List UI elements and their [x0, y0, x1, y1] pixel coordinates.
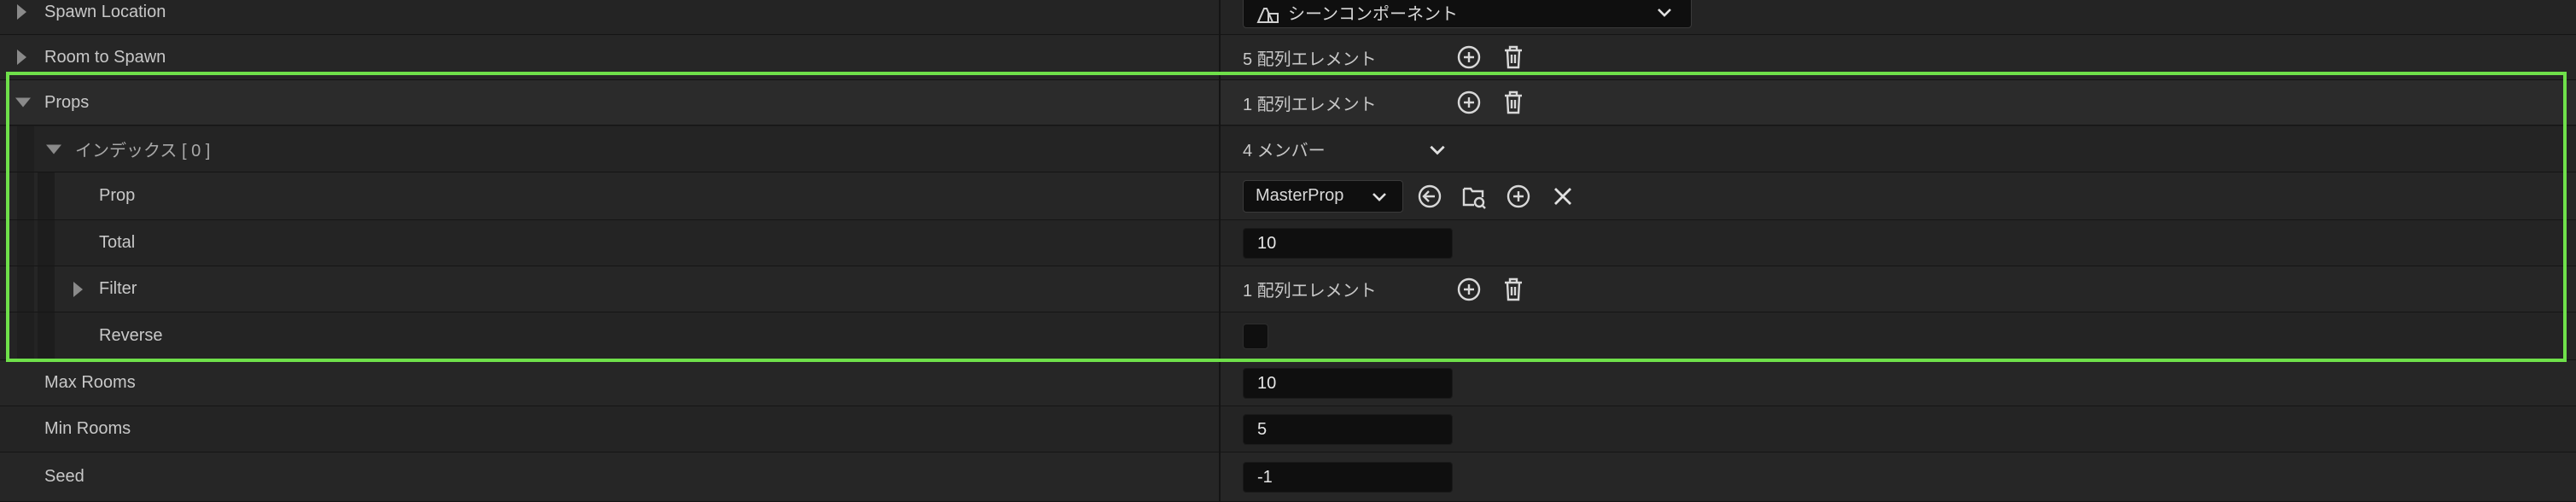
name-cell: Reverse: [0, 312, 1219, 359]
chevron-down-icon[interactable]: [1427, 139, 1448, 160]
expand-arrow-icon[interactable]: [17, 50, 26, 65]
value-cell: 10: [1221, 360, 2576, 406]
indent-guide: [38, 172, 55, 219]
property-label: Seed: [44, 467, 85, 486]
member-count: 4 メンバー: [1243, 142, 1326, 161]
plus-circle-icon: [1457, 90, 1481, 114]
value-cell: [1221, 312, 2576, 359]
details-panel: Spawn Location シーンコンポーネント Room to Spawn: [0, 0, 2576, 502]
name-cell: Max Rooms: [0, 360, 1219, 406]
max-rooms-input[interactable]: 10: [1243, 367, 1453, 399]
plus-circle-icon: [1457, 45, 1481, 69]
min-rooms-input[interactable]: 5: [1243, 413, 1453, 445]
array-count: 1 配列エレメント: [1243, 95, 1377, 114]
value-cell: 1 配列エレメント: [1221, 80, 2576, 125]
property-label: Filter: [99, 279, 137, 298]
scene-component-icon: [1256, 3, 1279, 24]
collapse-arrow-icon[interactable]: [15, 97, 31, 108]
name-cell: Seed: [0, 452, 1219, 501]
use-selected-button[interactable]: [1415, 182, 1444, 211]
property-label: Min Rooms: [44, 419, 131, 438]
plus-circle-icon: [1507, 184, 1530, 207]
row-seed: Seed -1: [0, 452, 2576, 502]
plus-circle-icon: [1457, 277, 1481, 301]
name-cell: Prop: [0, 172, 1219, 219]
expand-arrow-icon[interactable]: [73, 281, 83, 297]
add-element-button[interactable]: [1454, 275, 1483, 304]
indent-guide: [38, 220, 55, 266]
trash-icon: [1505, 277, 1522, 301]
indent-guide: [17, 172, 34, 219]
row-min-rooms: Min Rooms 5: [0, 406, 2576, 452]
scene-component-combo[interactable]: シーンコンポーネント: [1243, 0, 1692, 28]
property-label: Reverse: [99, 326, 163, 345]
row-spawn-location: Spawn Location シーンコンポーネント: [0, 0, 2576, 35]
value-cell: MasterProp: [1221, 172, 2576, 219]
folder-search-icon: [1462, 187, 1486, 209]
array-count: 1 配列エレメント: [1243, 282, 1377, 301]
row-props: Props 1 配列エレメント: [0, 80, 2576, 125]
value-cell: 1 配列エレメント: [1221, 266, 2576, 312]
name-cell: Props: [0, 80, 1219, 125]
property-label: Props: [44, 92, 90, 112]
trash-icon: [1505, 90, 1522, 114]
value-cell: 5 配列エレメント: [1221, 35, 2576, 79]
add-element-button[interactable]: [1454, 88, 1483, 117]
property-label: インデックス [ 0 ]: [75, 142, 211, 161]
value-cell: 4 メンバー: [1221, 126, 2576, 172]
seed-input[interactable]: -1: [1243, 461, 1453, 493]
clear-button[interactable]: [1548, 182, 1577, 211]
indent-guide: [17, 220, 34, 266]
value-cell: シーンコンポーネント: [1221, 0, 2576, 34]
indent-guide: [38, 266, 55, 312]
delete-all-button[interactable]: [1499, 43, 1528, 72]
name-cell: インデックス [ 0 ]: [0, 126, 1219, 172]
property-label: Room to Spawn: [44, 47, 166, 67]
row-prop: Prop MasterProp: [0, 172, 2576, 220]
name-cell: Total: [0, 220, 1219, 266]
row-reverse: Reverse: [0, 312, 2576, 360]
name-cell: Room to Spawn: [0, 35, 1219, 79]
property-label: Spawn Location: [44, 2, 166, 21]
reverse-checkbox[interactable]: [1243, 323, 1268, 349]
indent-guide: [17, 266, 34, 312]
trash-icon: [1505, 45, 1522, 69]
row-room-to-spawn: Room to Spawn 5 配列エレメント: [0, 35, 2576, 80]
delete-all-button[interactable]: [1499, 275, 1528, 304]
row-index-0: インデックス [ 0 ] 4 メンバー: [0, 126, 2576, 172]
add-element-button[interactable]: [1454, 43, 1483, 72]
indent-guide: [17, 312, 34, 359]
chevron-down-icon: [1658, 9, 1671, 17]
column-divider[interactable]: [1219, 0, 1221, 502]
delete-all-button[interactable]: [1499, 88, 1528, 117]
expand-arrow-icon[interactable]: [17, 4, 26, 20]
indent-guide: [17, 126, 34, 172]
close-icon: [1554, 187, 1571, 205]
add-element-button[interactable]: [1504, 182, 1533, 211]
value-cell: 5: [1221, 406, 2576, 452]
property-label: Total: [99, 233, 136, 252]
combo-value: MasterProp: [1256, 186, 1344, 205]
collapse-arrow-icon[interactable]: [46, 144, 61, 154]
prop-class-combo[interactable]: MasterProp: [1243, 179, 1403, 213]
row-total: Total 10: [0, 220, 2576, 266]
name-cell: Filter: [0, 266, 1219, 312]
chevron-down-icon: [1373, 192, 1386, 201]
row-filter: Filter 1 配列エレメント: [0, 266, 2576, 312]
total-input[interactable]: 10: [1243, 227, 1453, 259]
property-label: Prop: [99, 186, 136, 205]
name-cell: Min Rooms: [0, 406, 1219, 452]
browse-asset-button[interactable]: [1460, 182, 1489, 211]
indent-guide: [38, 312, 55, 359]
property-label: Max Rooms: [44, 373, 136, 392]
combo-value: シーンコンポーネント: [1288, 4, 1458, 24]
value-cell: 10: [1221, 220, 2576, 266]
array-count: 5 配列エレメント: [1243, 50, 1377, 69]
row-max-rooms: Max Rooms 10: [0, 360, 2576, 406]
value-cell: -1: [1221, 452, 2576, 501]
back-arrow-icon: [1418, 184, 1442, 207]
name-cell: Spawn Location: [0, 0, 1219, 34]
